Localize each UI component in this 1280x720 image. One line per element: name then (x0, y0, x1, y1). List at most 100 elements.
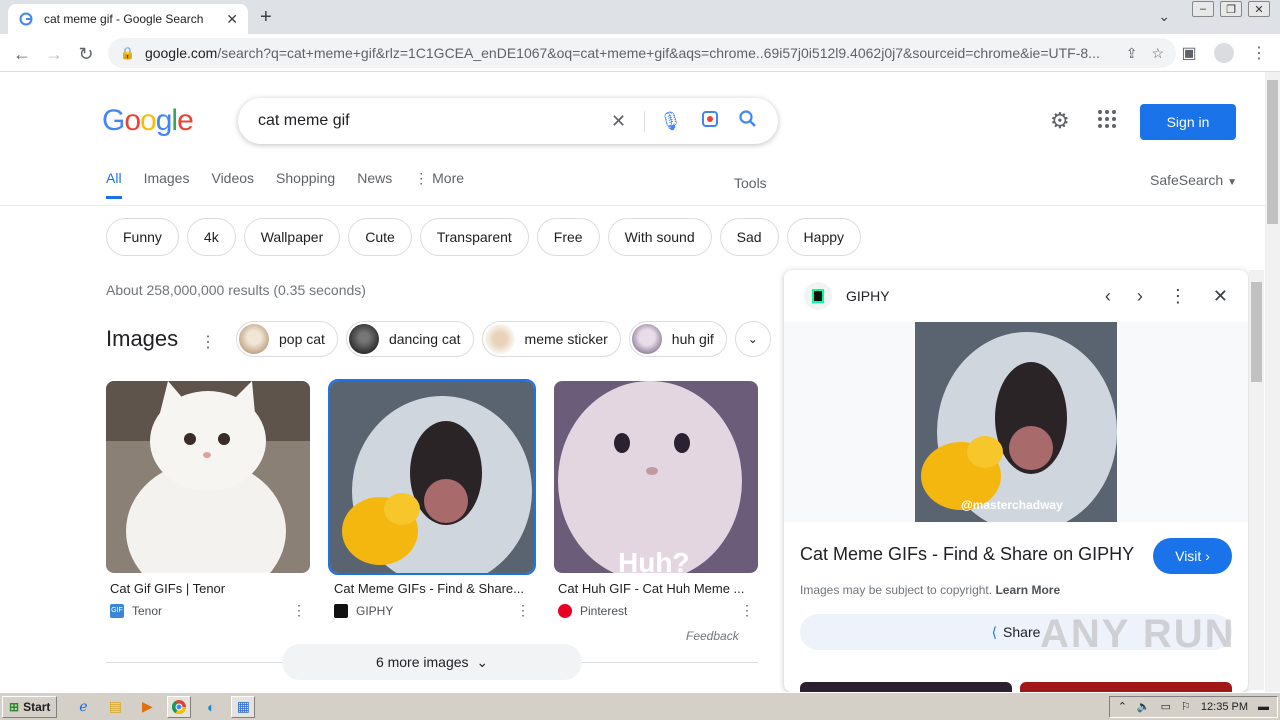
minimize-icon[interactable]: – (1192, 1, 1214, 17)
image-result[interactable]: Huh? Cat Huh GIF - Cat Huh Meme ... Pint… (554, 381, 758, 619)
result-caption[interactable]: Cat Huh GIF - Cat Huh Meme ... (554, 581, 758, 596)
suggestion-meme-sticker[interactable]: meme sticker (481, 321, 621, 357)
result-more-icon[interactable]: ⋮ (516, 602, 530, 619)
taskbar: ⊞ Start ℯ ▤ ▶ ◐ ▦ ⌃ 🔈 ▭ ⚐ 12:35 PM ▬ (0, 692, 1280, 720)
close-window-icon[interactable]: ✕ (1248, 1, 1270, 17)
sign-in-button[interactable]: Sign in (1140, 104, 1236, 140)
browser-tab[interactable]: cat meme gif - Google Search ✕ (8, 4, 248, 34)
chip-wallpaper[interactable]: Wallpaper (243, 218, 341, 256)
chip-funny[interactable]: Funny (106, 218, 179, 256)
chevron-down-icon[interactable]: ⌄ (734, 321, 771, 357)
result-source[interactable]: GIPHY ⋮ (330, 602, 534, 619)
browser-menu-icon[interactable]: ⋮ (1248, 42, 1270, 64)
microphone-icon[interactable]: 🎙 (644, 110, 682, 132)
tools-button[interactable]: Tools (734, 175, 767, 191)
page-scrollbar[interactable] (1265, 72, 1280, 692)
close-tab-icon[interactable]: ✕ (226, 11, 238, 28)
show-desktop-icon[interactable]: ▬ (1258, 701, 1269, 713)
preview-site-name[interactable]: GIPHY (846, 288, 1079, 304)
start-button[interactable]: ⊞ Start (2, 695, 58, 718)
suggestion-thumbnail (348, 324, 379, 354)
pinterest-favicon-icon (558, 603, 572, 618)
chip-4k[interactable]: 4k (186, 218, 236, 256)
result-caption[interactable]: Cat Meme GIFs - Find & Share... (330, 581, 534, 596)
result-thumbnail[interactable] (106, 381, 310, 573)
clear-icon[interactable]: ✕ (611, 111, 626, 132)
profile-avatar[interactable] (1214, 43, 1234, 63)
tab-more[interactable]: ⋮ More (414, 170, 464, 199)
previous-icon[interactable]: ‹ (1105, 286, 1111, 307)
image-result[interactable]: Cat Gif GIFs | Tenor GIF Tenor ⋮ (106, 381, 310, 619)
bookmark-star-icon[interactable]: ☆ (1151, 45, 1164, 62)
tab-shopping[interactable]: Shopping (276, 170, 335, 199)
apps-grid-icon[interactable] (1098, 110, 1116, 128)
new-tab-icon[interactable]: + (260, 6, 272, 29)
chip-cute[interactable]: Cute (348, 218, 412, 256)
search-input[interactable]: cat meme gif (258, 112, 593, 130)
tab-all[interactable]: All (106, 170, 122, 199)
camera-lens-icon[interactable] (700, 109, 720, 134)
giphy-favicon-icon (334, 603, 348, 618)
panel-scrollbar[interactable] (1249, 270, 1264, 690)
ie-icon[interactable]: ℯ (71, 696, 95, 718)
google-logo[interactable]: Google (102, 104, 194, 138)
forward-icon[interactable]: → (42, 42, 66, 66)
suggestion-thumbnail (239, 324, 269, 354)
network-icon[interactable]: ▭ (1161, 700, 1171, 713)
related-image[interactable] (1020, 682, 1232, 692)
tab-search-chevron-icon[interactable]: ⌄ (1158, 8, 1170, 25)
scrollbar-thumb[interactable] (1267, 80, 1278, 224)
search-icon[interactable] (738, 109, 758, 134)
address-bar[interactable]: 🔒 google.com/search?q=cat+meme+gif&rlz=1… (108, 38, 1176, 68)
result-more-icon[interactable]: ⋮ (740, 602, 754, 619)
close-icon[interactable]: ✕ (1213, 286, 1228, 307)
result-source[interactable]: GIF Tenor ⋮ (106, 602, 310, 619)
chip-happy[interactable]: Happy (786, 218, 862, 256)
visit-button[interactable]: Visit › (1153, 538, 1232, 574)
chip-transparent[interactable]: Transparent (419, 218, 529, 256)
next-icon[interactable]: › (1137, 286, 1143, 307)
more-images-button[interactable]: 6 more images ⌄ (282, 644, 582, 680)
images-more-icon[interactable]: ⋮ (200, 332, 216, 352)
reload-icon[interactable]: ↻ (74, 42, 98, 66)
chip-free[interactable]: Free (536, 218, 600, 256)
lock-icon: 🔒 (120, 46, 135, 60)
volume-icon[interactable]: 🔈 (1137, 700, 1151, 713)
feedback-link[interactable]: Feedback (686, 629, 739, 643)
side-panel-icon[interactable]: ▣ (1178, 42, 1200, 64)
restore-icon[interactable]: ❐ (1220, 1, 1242, 17)
suggestion-pop-cat[interactable]: pop cat (236, 321, 338, 357)
suggestion-huh-gif[interactable]: huh gif (628, 321, 727, 357)
learn-more-link[interactable]: Learn More (995, 583, 1060, 597)
image-result[interactable]: Cat Meme GIFs - Find & Share... GIPHY ⋮ (328, 379, 536, 619)
share-page-icon[interactable]: ⇪ (1126, 45, 1138, 62)
preview-title[interactable]: Cat Meme GIFs - Find & Share on GIPHY (800, 544, 1134, 565)
back-icon[interactable]: ← (10, 42, 34, 66)
safesearch-menu[interactable]: SafeSearch ▼ (1150, 172, 1237, 188)
result-caption[interactable]: Cat Gif GIFs | Tenor (106, 581, 310, 596)
flag-icon[interactable]: ⚐ (1181, 700, 1191, 713)
related-image[interactable] (800, 682, 1012, 692)
more-options-icon[interactable]: ⋮ (1169, 286, 1187, 307)
edge-icon[interactable]: ◐ (199, 696, 223, 718)
preview-image[interactable]: @masterchadway (915, 322, 1117, 522)
tab-news[interactable]: News (357, 170, 392, 199)
chip-sad[interactable]: Sad (719, 218, 779, 256)
folder-icon[interactable]: ▤ (103, 696, 127, 718)
result-thumbnail[interactable]: Huh? (554, 381, 758, 573)
windows-logo-icon: ⊞ (9, 699, 20, 714)
search-box[interactable]: cat meme gif ✕ 🎙 (238, 98, 778, 144)
tab-videos[interactable]: Videos (211, 170, 254, 199)
gear-icon[interactable]: ⚙ (1050, 108, 1070, 134)
result-thumbnail[interactable] (328, 379, 536, 575)
suggestion-dancing-cat[interactable]: dancing cat (345, 321, 474, 357)
app-window-icon[interactable]: ▦ (231, 695, 256, 718)
media-player-icon[interactable]: ▶ (135, 696, 159, 718)
result-more-icon[interactable]: ⋮ (292, 602, 306, 619)
tray-expand-icon[interactable]: ⌃ (1118, 700, 1127, 713)
clock[interactable]: 12:35 PM (1201, 701, 1248, 713)
chrome-icon[interactable] (167, 695, 192, 718)
chip-with-sound[interactable]: With sound (607, 218, 712, 256)
tab-images[interactable]: Images (144, 170, 190, 199)
result-source[interactable]: Pinterest ⋮ (554, 602, 758, 619)
